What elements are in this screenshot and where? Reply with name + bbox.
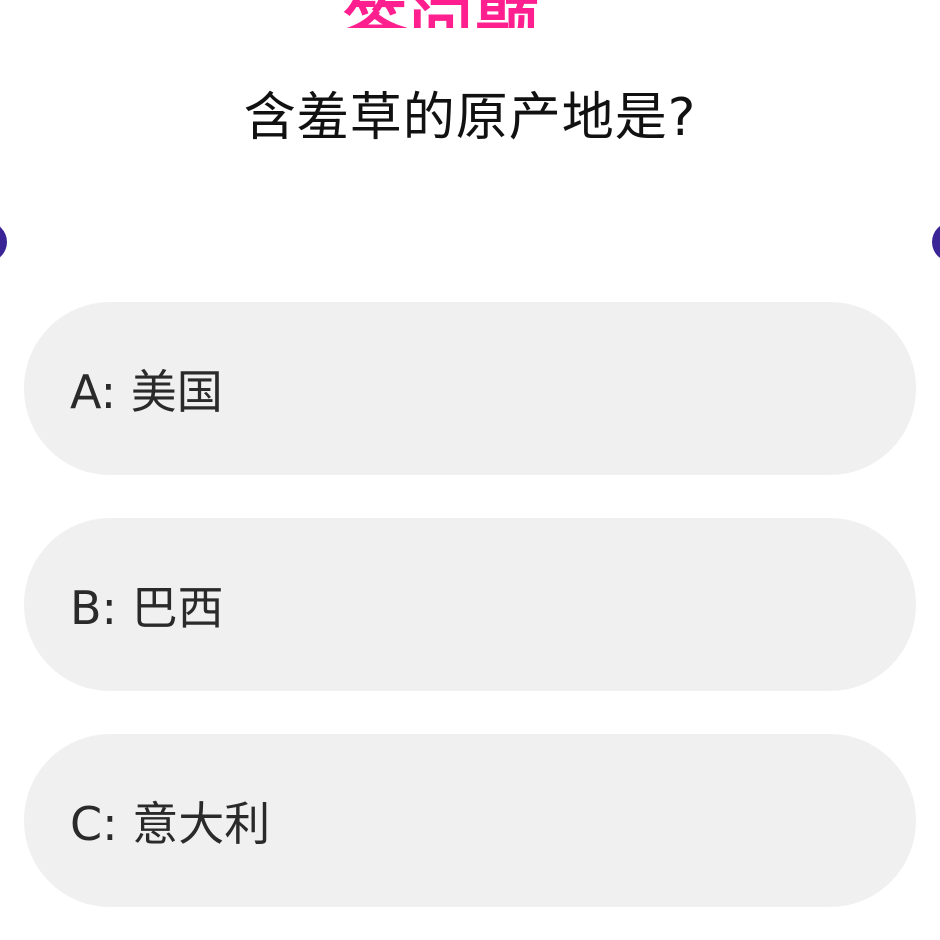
app-logo-text: 答问题: [343, 0, 593, 28]
answer-option-c-label: C: 意大利: [70, 796, 271, 851]
answer-option-a-label: A: 美国: [70, 364, 223, 419]
answer-option-c[interactable]: C: 意大利: [24, 734, 916, 907]
answer-option-b[interactable]: B: 巴西: [24, 518, 916, 691]
app-logo: 答问题: [343, 0, 593, 28]
left-edge-dot-icon: [0, 222, 7, 262]
right-edge-dot-icon: [932, 222, 940, 262]
question-title: 含羞草的原产地是?: [243, 88, 697, 148]
answer-option-b-label: B: 巴西: [70, 580, 224, 635]
answer-option-a[interactable]: A: 美国: [24, 302, 916, 475]
